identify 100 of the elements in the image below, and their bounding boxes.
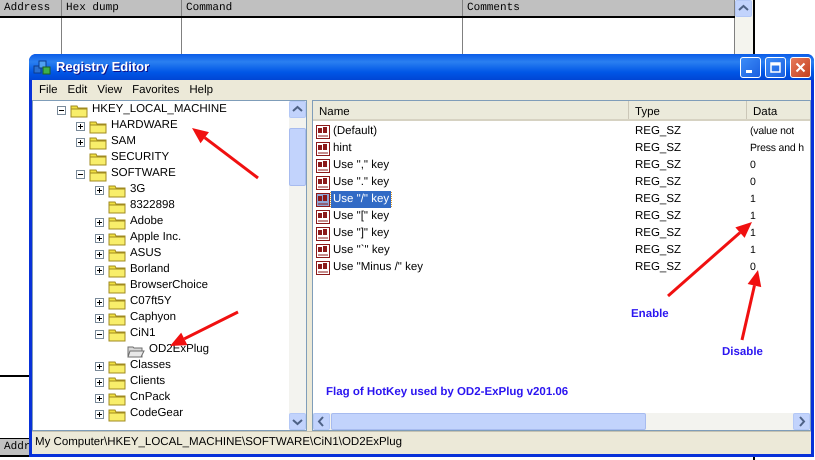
tree-item[interactable]: HARDWARE bbox=[109, 117, 180, 135]
tree-item[interactable]: Classes bbox=[128, 357, 173, 375]
tree-item[interactable]: ASUS bbox=[128, 245, 164, 263]
value-data: 1 bbox=[749, 208, 756, 224]
value-name[interactable]: Use "`" key bbox=[331, 242, 392, 260]
value-data: 0 bbox=[749, 260, 756, 275]
value-name[interactable]: Use "," key bbox=[331, 156, 392, 174]
column-header[interactable]: Type bbox=[629, 101, 747, 119]
tree-item[interactable]: SAM bbox=[109, 133, 138, 151]
expand-toggle[interactable] bbox=[95, 250, 104, 258]
plus-icon bbox=[96, 314, 103, 322]
annotation-text: Enable bbox=[631, 307, 669, 322]
tree-item[interactable]: Clients bbox=[128, 373, 168, 391]
menu-item[interactable]: Favorites bbox=[127, 81, 184, 99]
minimize-icon bbox=[746, 70, 752, 72]
tree-item[interactable]: C07ft5Y bbox=[128, 293, 174, 311]
close-icon bbox=[794, 60, 807, 74]
value-data: 0 bbox=[749, 158, 756, 173]
expand-toggle[interactable] bbox=[76, 170, 85, 178]
tree-item[interactable]: CodeGear bbox=[128, 405, 186, 423]
scroll-right-button[interactable] bbox=[793, 413, 810, 430]
plus-icon bbox=[96, 186, 103, 194]
tree-item[interactable]: CnPack bbox=[128, 389, 172, 407]
maximize-icon bbox=[769, 60, 782, 74]
value-data: 1 bbox=[749, 226, 756, 241]
tree-item[interactable]: SECURITY bbox=[109, 149, 172, 167]
plus-icon bbox=[96, 394, 103, 402]
expand-toggle[interactable] bbox=[95, 394, 104, 402]
scroll-up-button[interactable] bbox=[289, 101, 306, 118]
plus-icon bbox=[77, 138, 84, 146]
registry-icon bbox=[33, 58, 51, 76]
scroll-down-button[interactable] bbox=[289, 413, 306, 430]
value-name[interactable]: Use "]" key bbox=[331, 224, 392, 242]
value-data: (value not bbox=[749, 124, 794, 139]
scroll-up-button[interactable] bbox=[735, 0, 752, 17]
value-name[interactable]: (Default) bbox=[331, 122, 380, 140]
value-type: REG_SZ bbox=[634, 192, 682, 207]
scroll-left-button[interactable] bbox=[313, 413, 330, 430]
string-value-icon bbox=[315, 124, 331, 140]
value-data: 1 bbox=[749, 192, 756, 207]
value-type: REG_SZ bbox=[634, 174, 682, 190]
expand-toggle[interactable] bbox=[57, 106, 66, 114]
expand-toggle[interactable] bbox=[95, 378, 104, 386]
menu-item[interactable]: Edit bbox=[62, 81, 92, 99]
menu-item[interactable]: File bbox=[34, 81, 63, 99]
string-value-icon bbox=[315, 192, 331, 208]
close-button[interactable] bbox=[790, 56, 811, 78]
tree-item[interactable]: OD2ExPlug bbox=[147, 341, 212, 359]
menu-item[interactable]: View bbox=[92, 81, 128, 99]
column-header[interactable]: Data bbox=[747, 101, 810, 119]
menu-item[interactable]: Help bbox=[184, 81, 218, 99]
expand-toggle[interactable] bbox=[95, 186, 104, 194]
string-value-icon bbox=[315, 158, 331, 174]
plus-icon bbox=[96, 362, 103, 370]
expand-toggle[interactable] bbox=[76, 122, 85, 130]
string-value-icon bbox=[315, 242, 331, 258]
value-name[interactable]: Use "." key bbox=[331, 174, 392, 192]
value-name[interactable]: Use "Minus /" key bbox=[331, 258, 425, 276]
value-name[interactable]: Use "[" key bbox=[331, 208, 392, 226]
value-type: REG_SZ bbox=[634, 140, 682, 156]
tree-item[interactable]: 3G bbox=[128, 181, 148, 199]
window-title: Registry Editor bbox=[56, 58, 150, 76]
expand-toggle[interactable] bbox=[95, 298, 104, 306]
arrow bbox=[192, 128, 259, 180]
expand-toggle[interactable] bbox=[95, 266, 104, 274]
value-name[interactable]: Use "/" key bbox=[331, 190, 392, 208]
plus-icon bbox=[96, 266, 103, 274]
value-type: REG_SZ bbox=[634, 242, 682, 258]
tree-item[interactable]: Apple Inc. bbox=[128, 229, 184, 247]
column-header[interactable]: Name bbox=[313, 101, 629, 119]
value-type: REG_SZ bbox=[634, 226, 682, 241]
string-value-icon bbox=[315, 208, 331, 224]
value-name[interactable]: hint bbox=[331, 140, 354, 158]
plus-icon bbox=[77, 122, 84, 130]
tree-item[interactable]: 8322898 bbox=[128, 197, 177, 215]
scroll-thumb[interactable] bbox=[331, 413, 646, 430]
minimize-button[interactable] bbox=[740, 56, 761, 78]
expand-toggle[interactable] bbox=[95, 410, 104, 418]
tree-item[interactable]: CiN1 bbox=[128, 325, 158, 343]
expand-toggle[interactable] bbox=[95, 218, 104, 226]
expand-toggle[interactable] bbox=[95, 314, 104, 322]
tree-item[interactable]: HKEY_LOCAL_MACHINE bbox=[90, 101, 229, 119]
expand-toggle[interactable] bbox=[76, 138, 85, 146]
annotation-text: Flag of HotKey used by OD2-ExPlug v201.06 bbox=[326, 385, 568, 400]
plus-icon bbox=[96, 410, 103, 418]
expand-toggle[interactable] bbox=[95, 330, 104, 338]
tree-item[interactable]: BrowserChoice bbox=[128, 277, 210, 295]
expand-toggle[interactable] bbox=[95, 234, 104, 242]
scroll-thumb[interactable] bbox=[289, 128, 306, 186]
tree-item[interactable]: Borland bbox=[128, 261, 172, 279]
tree-item[interactable]: SOFTWARE bbox=[109, 165, 178, 183]
expand-toggle[interactable] bbox=[95, 362, 104, 370]
tree-item[interactable]: Adobe bbox=[128, 213, 166, 231]
column-header: Hex dump bbox=[62, 0, 182, 16]
plus-icon bbox=[96, 218, 103, 226]
tree-item[interactable]: Caphyon bbox=[128, 309, 178, 327]
string-value-icon bbox=[315, 260, 331, 276]
maximize-button[interactable] bbox=[765, 56, 786, 78]
value-data: 0 bbox=[749, 174, 756, 190]
plus-icon bbox=[96, 234, 103, 242]
